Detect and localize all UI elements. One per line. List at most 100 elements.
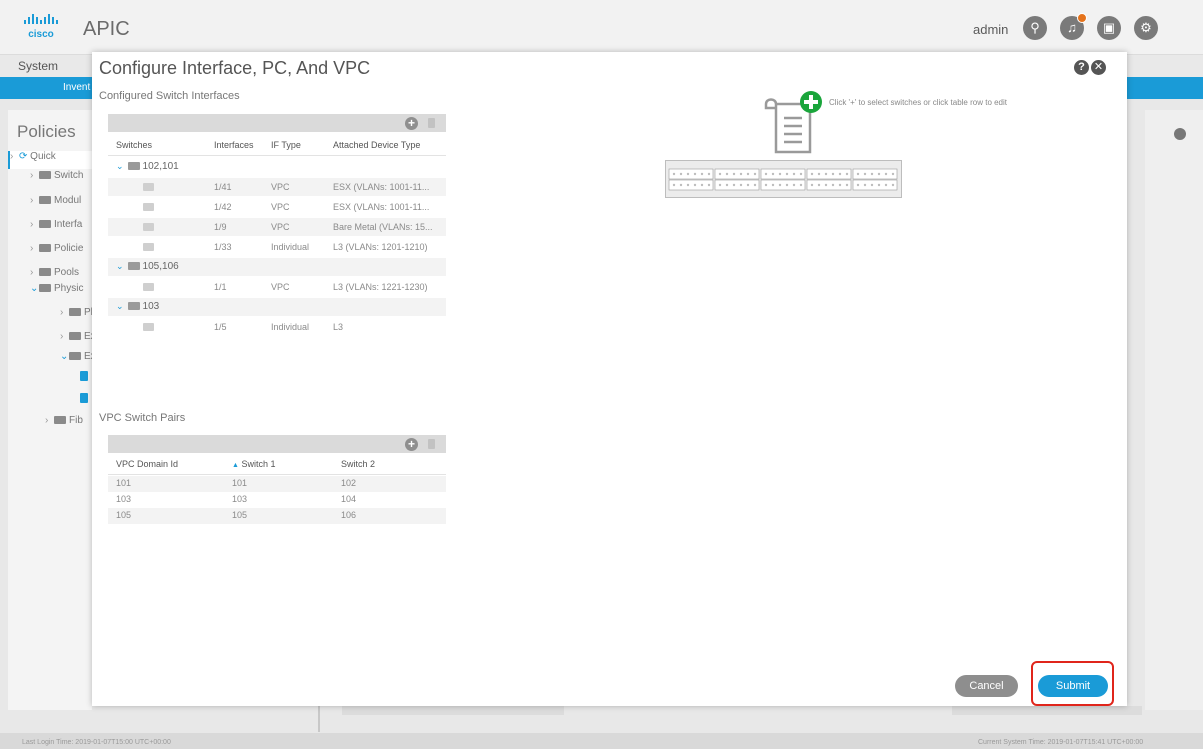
interface-cell: 1/9 xyxy=(214,222,227,232)
if-type-cell: VPC xyxy=(271,222,290,232)
notification-badge xyxy=(1077,13,1087,23)
group-label: ⌄ 105,106 xyxy=(116,261,179,272)
monitor-icon[interactable]: ▣ xyxy=(1097,16,1121,40)
device-type-cell: ESX (VLANs: 1001-11... xyxy=(333,182,430,192)
chevron-down-icon: ⌄ xyxy=(116,301,124,311)
switch1-cell: 101 xyxy=(232,478,248,488)
background-panel xyxy=(952,706,1142,715)
document-icon[interactable] xyxy=(80,393,88,403)
chevron-down-icon: ⌄ xyxy=(116,261,124,271)
table-toolbar: + xyxy=(108,435,446,453)
group-row-103[interactable]: ⌄ 103 xyxy=(108,298,446,316)
chevron-right-icon: › xyxy=(45,415,49,426)
column-header[interactable]: VPC Domain Id xyxy=(116,459,178,469)
nav-system[interactable]: System xyxy=(18,59,58,73)
add-interface-button[interactable]: + xyxy=(405,117,418,130)
configured-interfaces-label: Configured Switch Interfaces xyxy=(99,90,240,102)
chevron-right-icon: › xyxy=(30,267,34,278)
cancel-button[interactable]: Cancel xyxy=(955,675,1018,697)
sidebar-item-quick-start[interactable]: › ⟳ Quick xyxy=(8,151,92,169)
interface-cell: 1/41 xyxy=(214,182,232,192)
group-name: 105,106 xyxy=(142,261,179,272)
hint-text: Click '+' to select switches or click ta… xyxy=(829,98,1008,107)
column-label: Switch 1 xyxy=(241,459,276,469)
sidebar-title: Policies xyxy=(17,122,76,141)
folder-icon xyxy=(69,308,81,316)
if-type-cell: Individual xyxy=(271,242,310,252)
gear-icon[interactable]: ⚙ xyxy=(1134,16,1158,40)
interface-cell: 1/5 xyxy=(214,322,227,332)
if-type-cell: Individual xyxy=(271,322,310,332)
column-header[interactable]: Switch 2 xyxy=(341,459,375,469)
sidebar-item-label: Interfa xyxy=(54,219,83,230)
sidebar-item-label: Quick xyxy=(30,151,56,162)
table-row[interactable]: 1/41 VPC ESX (VLANs: 1001-11... xyxy=(108,178,446,196)
table-header: Switches Interfaces IF Type Attached Dev… xyxy=(108,134,446,156)
sidebar-item-physical-domains[interactable]: › Ph xyxy=(60,307,96,325)
trash-icon[interactable] xyxy=(428,118,435,128)
column-header[interactable]: IF Type xyxy=(271,140,301,150)
table-row[interactable]: 101 101 102 xyxy=(108,476,446,492)
vpc-switch-pairs-table: + VPC Domain Id ▲ Switch 1 Switch 2 101 … xyxy=(108,435,446,527)
help-icon[interactable]: ? xyxy=(1074,60,1089,75)
folder-icon xyxy=(39,196,51,204)
bell-icon[interactable]: ♫ xyxy=(1060,13,1087,40)
close-icon[interactable]: ✕ xyxy=(1091,60,1106,75)
group-name: 103 xyxy=(142,301,160,312)
chevron-right-icon: › xyxy=(60,307,64,318)
vpc-domain-cell: 103 xyxy=(116,494,132,504)
chevron-right-icon: › xyxy=(30,195,34,206)
cisco-logo[interactable]: cisco xyxy=(22,13,68,43)
folder-icon xyxy=(39,171,51,179)
table-row[interactable]: 105 105 106 xyxy=(108,508,446,524)
sidebar-item-policies[interactable]: › Policie xyxy=(30,243,83,261)
app-title: APIC xyxy=(83,18,130,40)
if-type-cell: VPC xyxy=(271,182,290,192)
table-row[interactable]: 1/9 VPC Bare Metal (VLANs: 15... xyxy=(108,218,446,236)
chevron-down-icon: ⌄ xyxy=(116,161,124,171)
folder-icon xyxy=(39,220,51,228)
if-type-cell: VPC xyxy=(271,202,290,212)
switch2-cell: 106 xyxy=(341,510,357,520)
add-vpc-pair-button[interactable]: + xyxy=(405,438,418,451)
sidebar-item-interfaces[interactable]: › Interfa xyxy=(30,219,82,237)
sidebar-item-modules[interactable]: › Modul xyxy=(30,195,81,213)
folder-icon xyxy=(143,323,154,331)
table-row[interactable]: 1/1 VPC L3 (VLANs: 1221-1230) xyxy=(108,278,446,296)
sidebar-item-fibre-channel[interactable]: › Fib xyxy=(45,415,83,433)
dialog-title: Configure Interface, PC, And VPC xyxy=(99,58,371,78)
column-header[interactable]: Attached Device Type xyxy=(333,140,420,150)
switch-graphic xyxy=(665,160,902,198)
chevron-down-icon: ⌄ xyxy=(60,351,69,362)
column-header[interactable]: Switches xyxy=(116,140,152,150)
table-row[interactable]: 1/5 Individual L3 xyxy=(108,318,446,336)
last-login-time: Last Login Time: 2019-01-07T15:00 UTC+00… xyxy=(22,739,171,746)
folder-icon xyxy=(127,302,140,310)
interface-cell: 1/1 xyxy=(214,282,227,292)
column-header[interactable]: Interfaces xyxy=(214,140,254,150)
switch2-cell: 104 xyxy=(341,494,357,504)
group-row-102-101[interactable]: ⌄ 102,101 xyxy=(108,158,446,176)
sidebar-item-label: Pools xyxy=(54,267,80,278)
if-type-cell: VPC xyxy=(271,282,290,292)
list-icon[interactable] xyxy=(1174,128,1186,140)
subnav-inventory[interactable]: Invent xyxy=(63,82,90,93)
submit-button[interactable]: Submit xyxy=(1038,675,1108,697)
sidebar-item-switches[interactable]: › Switch xyxy=(30,170,83,188)
chevron-right-icon: › xyxy=(30,243,34,254)
logo-text: cisco xyxy=(28,29,54,40)
group-row-105-106[interactable]: ⌄ 105,106 xyxy=(108,258,446,276)
sidebar-item-physical[interactable]: ⌄ Physic xyxy=(30,283,83,301)
document-icon[interactable] xyxy=(80,371,88,381)
trash-icon[interactable] xyxy=(428,439,435,449)
table-row[interactable]: 1/42 VPC ESX (VLANs: 1001-11... xyxy=(108,198,446,216)
chevron-right-icon: › xyxy=(30,219,34,230)
table-row[interactable]: 103 103 104 xyxy=(108,492,446,508)
right-panel xyxy=(1145,110,1203,710)
folder-icon xyxy=(54,416,66,424)
search-icon[interactable]: ⚲ xyxy=(1023,16,1047,40)
column-header-sorted[interactable]: ▲ Switch 1 xyxy=(232,459,275,469)
table-row[interactable]: 1/33 Individual L3 (VLANs: 1201-1210) xyxy=(108,238,446,256)
add-switch-illustration[interactable] xyxy=(762,90,828,165)
user-name[interactable]: admin xyxy=(973,22,1008,37)
